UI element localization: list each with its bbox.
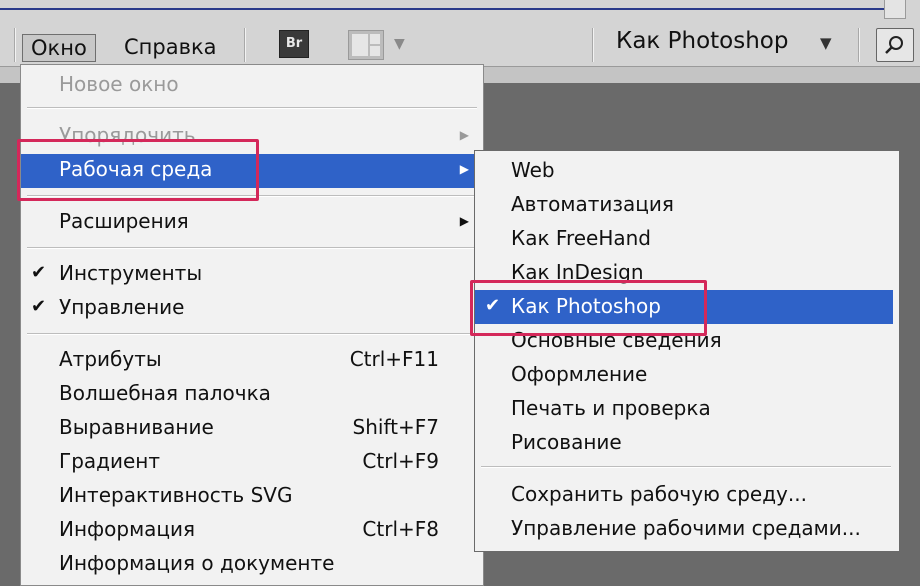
submenu-item-freehand[interactable]: Как FreeHand xyxy=(475,222,899,256)
menu-item-label: Расширения xyxy=(59,209,189,233)
triangle-right-icon: ▶ xyxy=(459,214,469,228)
menu-item-control[interactable]: ✔ Управление xyxy=(21,292,483,326)
menu-separator xyxy=(244,28,246,62)
triangle-right-icon: ▶ xyxy=(459,162,469,176)
menu-item-shortcut: Shift+F7 xyxy=(352,415,439,439)
menu-divider xyxy=(27,107,477,109)
menu-item-align[interactable]: Выравнивание Shift+F7 xyxy=(21,412,483,446)
menu-item-tools[interactable]: ✔ Инструменты xyxy=(21,258,483,292)
arrange-documents-icon[interactable] xyxy=(348,30,384,60)
menu-item-gradient[interactable]: Градиент Ctrl+F9 xyxy=(21,446,483,480)
menu-item-label: Инструменты xyxy=(59,261,203,285)
search-icon xyxy=(885,36,903,54)
submenu-item-label: Печать и проверка xyxy=(511,396,711,420)
submenu-item-label: Как FreeHand xyxy=(511,226,651,250)
submenu-item-drawing[interactable]: Рисование xyxy=(475,426,899,460)
menu-divider xyxy=(27,247,477,249)
menu-item-label: Новое окно xyxy=(59,72,179,96)
highlight-frame-photoshop xyxy=(470,280,707,336)
menu-item-document-info[interactable]: Информация о документе xyxy=(21,548,483,582)
menu-item-magic-wand[interactable]: Волшебная палочка xyxy=(21,378,483,412)
workspace-switcher-label[interactable]: Как Photoshop xyxy=(616,28,788,54)
menu-item-label: Выравнивание xyxy=(59,415,214,439)
submenu-item-design[interactable]: Оформление xyxy=(475,358,899,392)
menu-item-extensions[interactable]: Расширения ▶ xyxy=(21,206,483,240)
submenu-item-automation[interactable]: Автоматизация xyxy=(475,188,899,222)
menu-item-label: Атрибуты xyxy=(59,347,162,371)
title-bar-line xyxy=(0,8,900,10)
toolbar-separator xyxy=(592,28,594,62)
menu-divider xyxy=(27,333,477,335)
submenu-item-label: Оформление xyxy=(511,362,648,386)
menu-item-label: Информация о документе xyxy=(59,551,335,575)
workspace-submenu: Web Автоматизация Как FreeHand Как InDes… xyxy=(474,150,900,552)
menu-item-label: Информация xyxy=(59,517,196,541)
workspace-dropdown-icon[interactable]: ▼ xyxy=(820,34,832,52)
highlight-frame-workspace xyxy=(17,139,259,201)
menu-item-shortcut: Ctrl+F8 xyxy=(362,517,439,541)
menu-item-shortcut: Ctrl+F9 xyxy=(362,449,439,473)
submenu-item-manage-workspaces[interactable]: Управление рабочими средами... xyxy=(475,512,899,546)
submenu-item-print-proof[interactable]: Печать и проверка xyxy=(475,392,899,426)
window-control[interactable] xyxy=(884,0,906,19)
menu-item-label: Интерактивность SVG xyxy=(59,483,293,507)
menu-window[interactable]: Окно xyxy=(22,34,96,62)
menu-item-label: Волшебная палочка xyxy=(59,381,271,405)
arrange-dropdown-icon[interactable]: ▼ xyxy=(394,36,405,52)
checkmark-icon: ✔ xyxy=(31,296,47,317)
submenu-item-label: Автоматизация xyxy=(511,192,674,216)
triangle-right-icon: ▶ xyxy=(459,128,469,142)
menu-item-new-window[interactable]: Новое окно xyxy=(21,69,483,103)
bridge-icon[interactable]: Br xyxy=(279,30,309,58)
submenu-item-save-workspace[interactable]: Сохранить рабочую среду... xyxy=(475,478,899,512)
menu-item-shortcut: Ctrl+F11 xyxy=(349,347,439,371)
menu-help[interactable]: Справка xyxy=(116,34,225,60)
search-button[interactable] xyxy=(876,28,914,62)
toolbar-separator xyxy=(858,28,860,62)
submenu-item-label: Управление рабочими средами... xyxy=(511,516,861,540)
menu-item-attributes[interactable]: Атрибуты Ctrl+F11 xyxy=(21,344,483,378)
checkmark-icon: ✔ xyxy=(31,262,47,283)
menu-divider xyxy=(481,466,891,468)
submenu-item-label: Web xyxy=(511,158,555,182)
submenu-item-web[interactable]: Web xyxy=(475,154,899,188)
submenu-item-label: Рисование xyxy=(511,430,622,454)
menu-item-label: Управление xyxy=(59,295,185,319)
menu-separator xyxy=(14,28,16,62)
menu-item-label: Градиент xyxy=(59,449,161,473)
menu-item-info[interactable]: Информация Ctrl+F8 xyxy=(21,514,483,548)
submenu-item-label: Сохранить рабочую среду... xyxy=(511,482,807,506)
menu-item-svg-interactivity[interactable]: Интерактивность SVG xyxy=(21,480,483,514)
